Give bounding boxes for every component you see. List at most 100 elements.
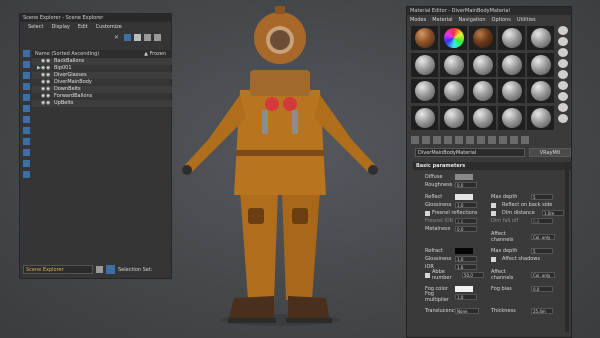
go-to-parent-icon[interactable]	[510, 136, 518, 144]
material-slot[interactable]	[411, 26, 438, 50]
refract-affect-channels-dropdown[interactable]: Col. only	[531, 272, 555, 278]
render-eye-icon[interactable]: ◉	[46, 86, 52, 93]
geometry-filter-icon[interactable]	[22, 50, 30, 57]
explorer-dropdown[interactable]: Scene Explorer	[23, 265, 93, 274]
list-item[interactable]: ◉ ◉ UpBelts	[32, 100, 172, 107]
material-slot[interactable]	[498, 79, 525, 103]
material-slot[interactable]	[440, 79, 467, 103]
max-depth-value[interactable]: 5	[531, 194, 553, 200]
render-eye-icon[interactable]: ◉	[46, 79, 52, 86]
menu-modes[interactable]: Modes	[410, 17, 426, 23]
material-slot[interactable]	[411, 52, 438, 77]
helper-filter-icon[interactable]	[22, 94, 30, 101]
reflect-color-swatch[interactable]	[455, 194, 473, 200]
lock-icon[interactable]	[134, 33, 141, 41]
menu-navigation[interactable]: Navigation	[459, 17, 486, 23]
render-eye-icon[interactable]: ◉	[46, 93, 52, 100]
make-preview-icon[interactable]	[558, 81, 568, 90]
material-slot[interactable]	[527, 79, 554, 103]
render-eye-icon[interactable]: ◉	[46, 72, 52, 79]
material-slot[interactable]	[411, 79, 438, 103]
fresnel-checkbox[interactable]	[425, 210, 430, 216]
list-header[interactable]: Name (Sorted Ascending) ▲ Frozen	[32, 50, 172, 58]
uv-tiling-icon[interactable]	[558, 59, 568, 68]
abbe-checkbox[interactable]	[425, 272, 430, 278]
hierarchy-icon[interactable]	[144, 33, 151, 41]
menu-utilities[interactable]: Utilities	[517, 17, 536, 23]
material-slot[interactable]	[440, 26, 467, 50]
name-column-header[interactable]: Name (Sorted Ascending)	[35, 50, 99, 58]
refract-glossiness-value[interactable]: 1,0	[455, 256, 477, 262]
shape-filter-icon[interactable]	[22, 61, 30, 68]
xref-filter-icon[interactable]	[22, 127, 30, 134]
dim-distance-value[interactable]: 1,0m	[542, 210, 564, 216]
options-icon[interactable]	[558, 92, 568, 101]
material-slot[interactable]	[469, 26, 496, 50]
material-name-field[interactable]: DiverMainBodyMaterial	[415, 148, 525, 157]
layers-icon[interactable]	[154, 33, 161, 41]
list-item[interactable]: ▶ ◉ ◉ Bip001	[32, 65, 172, 72]
put-to-library-icon[interactable]	[466, 136, 474, 144]
material-slot[interactable]	[440, 105, 467, 130]
translucency-dropdown[interactable]: None	[455, 308, 479, 314]
thickness-value[interactable]: 25,4m	[531, 308, 553, 314]
select-by-material-icon[interactable]	[558, 103, 568, 112]
sample-type-icon[interactable]	[558, 26, 568, 35]
frozen-filter-icon[interactable]	[22, 160, 30, 167]
affect-shadows-checkbox[interactable]	[491, 256, 496, 262]
material-id-icon[interactable]	[477, 136, 485, 144]
make-unique-icon[interactable]	[455, 136, 463, 144]
render-eye-icon[interactable]: ◉	[46, 100, 52, 107]
selection-set-icon[interactable]	[106, 265, 115, 274]
backlight-icon[interactable]	[558, 37, 568, 46]
material-slot[interactable]	[469, 105, 496, 130]
affect-channels-dropdown[interactable]: Col. only	[531, 234, 555, 240]
menu-options[interactable]: Options	[492, 17, 511, 23]
refract-color-swatch[interactable]	[455, 248, 473, 254]
basic-parameters-header[interactable]: Basic parameters	[413, 162, 571, 170]
get-material-icon[interactable]	[411, 136, 419, 144]
list-item[interactable]: ◉ ◉ BackBallons	[32, 58, 172, 65]
camera-filter-icon[interactable]	[22, 83, 30, 90]
fresnel-ior-value[interactable]: 1,6	[455, 218, 477, 224]
roughness-value[interactable]: 0,0	[455, 182, 477, 188]
menu-edit[interactable]: Edit	[78, 24, 88, 30]
material-type-button[interactable]: VRayMtl	[529, 148, 571, 157]
fog-bias-value[interactable]: 0,0	[531, 286, 553, 292]
refract-max-depth-value[interactable]: 5	[531, 248, 553, 254]
show-end-result-icon[interactable]	[499, 136, 507, 144]
diffuse-color-swatch[interactable]	[455, 174, 473, 180]
reset-map-icon[interactable]	[444, 136, 452, 144]
material-slot[interactable]	[498, 105, 525, 130]
material-slot[interactable]	[498, 52, 525, 77]
list-item[interactable]: ◉ ◉ ForwardBallons	[32, 93, 172, 100]
material-slot[interactable]	[440, 52, 467, 77]
container-filter-icon[interactable]	[22, 149, 30, 156]
render-eye-icon[interactable]: ◉	[46, 65, 52, 72]
render-eye-icon[interactable]: ◉	[46, 58, 52, 65]
glossiness-value[interactable]: 1,0	[455, 202, 477, 208]
material-slot[interactable]	[411, 105, 438, 130]
fog-multiplier-value[interactable]: 1,0	[455, 294, 477, 300]
material-slot[interactable]	[469, 52, 496, 77]
hidden-filter-icon[interactable]	[22, 171, 30, 178]
material-slot[interactable]	[469, 79, 496, 103]
dim-distance-checkbox[interactable]	[491, 210, 496, 216]
metalness-value[interactable]: 0,0	[455, 226, 477, 232]
bone-filter-icon[interactable]	[22, 138, 30, 145]
material-slot[interactable]	[527, 26, 554, 50]
menu-select[interactable]: Select	[28, 24, 43, 30]
menu-display[interactable]: Display	[51, 24, 69, 30]
show-shaded-icon[interactable]	[488, 136, 496, 144]
list-item[interactable]: ◉ ◉ DownBelts	[32, 86, 172, 93]
parameters-scrollbar[interactable]	[565, 162, 569, 332]
material-slot[interactable]	[498, 26, 525, 50]
reflect-backside-checkbox[interactable]	[491, 202, 496, 208]
fog-color-swatch[interactable]	[455, 286, 473, 292]
material-slot[interactable]	[527, 105, 554, 130]
close-icon[interactable]: ✕	[114, 34, 121, 41]
video-check-icon[interactable]	[558, 70, 568, 79]
material-map-navigator-icon[interactable]	[558, 114, 568, 123]
dim-falloff-value[interactable]: 0,0	[531, 218, 553, 224]
put-to-scene-icon[interactable]	[422, 136, 430, 144]
